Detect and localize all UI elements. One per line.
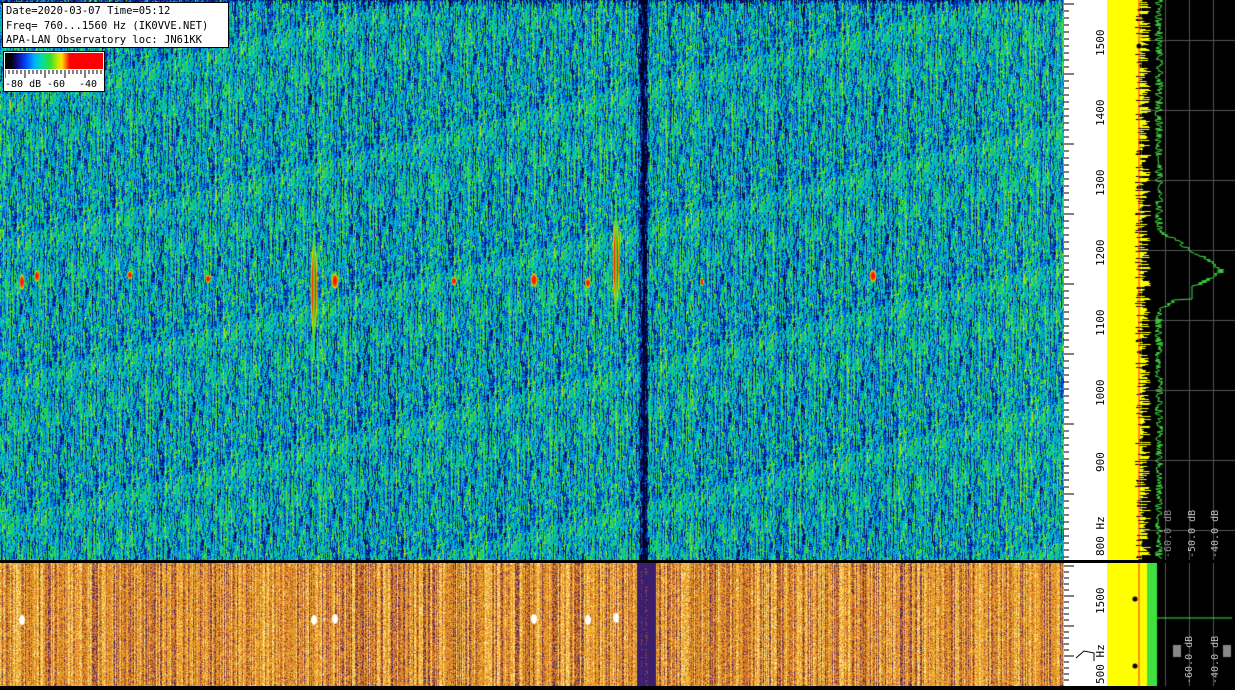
spectrum-plot-bottom (1107, 563, 1235, 686)
color-scale-ticks (5, 70, 102, 78)
legend-label-mid: -60 (47, 79, 66, 90)
waterfall-display (0, 0, 1064, 560)
color-scale-legend: -80 dB -60 -40 (3, 51, 105, 92)
info-box: Date=2020-03-07 Time=05:12 Freq= 760...1… (2, 2, 229, 48)
date-time-label: Date=2020-03-07 Time=05:12 (6, 5, 171, 17)
legend-label-min: -80 dB (5, 79, 42, 90)
color-scale-bar (5, 53, 103, 69)
spectrum-plot-top (1107, 0, 1235, 560)
legend-label-max: -40 (79, 79, 98, 90)
frequency-range-label: Freq= 760...1560 Hz (IK0VVE.NET) (6, 19, 209, 32)
observatory-label: APA-LAN Observatory loc: JN61KK (6, 34, 202, 46)
waterfall-display-wide (0, 563, 1064, 686)
frequency-scale-bottom (1064, 563, 1107, 686)
frequency-scale-top (1064, 0, 1107, 560)
